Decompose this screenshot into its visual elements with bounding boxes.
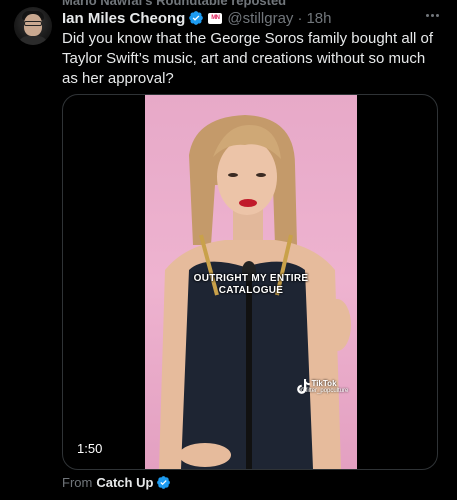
tweet-text: Did you know that the George Soros famil… xyxy=(62,30,437,87)
verified-icon xyxy=(157,475,171,489)
video-duration: 1:50 xyxy=(77,441,103,456)
video-player[interactable]: OUTRIGHT MY ENTIRE CATALOGUE TikTok @fil… xyxy=(62,94,438,470)
repost-indicator[interactable]: Mario Nawfal's Roundtable reposted xyxy=(62,0,286,8)
video-frame: OUTRIGHT MY ENTIRE CATALOGUE TikTok @fil… xyxy=(145,95,357,469)
repost-text: Mario Nawfal's Roundtable reposted xyxy=(62,0,287,8)
more-options-button[interactable] xyxy=(421,6,443,24)
verified-icon[interactable] xyxy=(188,10,204,26)
video-caption-line-2: CATALOGUE xyxy=(218,285,284,296)
from-label: From xyxy=(62,474,93,490)
community-note-source: From Catch Up xyxy=(62,474,171,490)
author-name[interactable]: Ian Miles Cheong xyxy=(62,10,185,27)
tweet-header: Ian Miles Cheong MN @stillgray · 18h xyxy=(62,8,447,28)
header-separator: · xyxy=(297,9,303,27)
video-caption-line-1: OUTRIGHT MY ENTIRE xyxy=(193,273,309,284)
more-icon xyxy=(425,13,429,17)
author-handle[interactable]: @stillgray xyxy=(227,10,293,27)
tiktok-icon xyxy=(297,379,310,394)
video-caption: OUTRIGHT MY ENTIRE CATALOGUE xyxy=(145,273,357,297)
affiliate-badge[interactable]: MN xyxy=(208,12,223,24)
tiktok-watermark: TikTok @filter_popculture xyxy=(297,379,351,394)
affiliate-badge-label: MN xyxy=(211,15,220,21)
from-source-link[interactable]: Catch Up xyxy=(96,475,153,490)
tweet-timestamp[interactable]: 18h xyxy=(306,10,331,27)
author-avatar[interactable] xyxy=(14,7,52,45)
